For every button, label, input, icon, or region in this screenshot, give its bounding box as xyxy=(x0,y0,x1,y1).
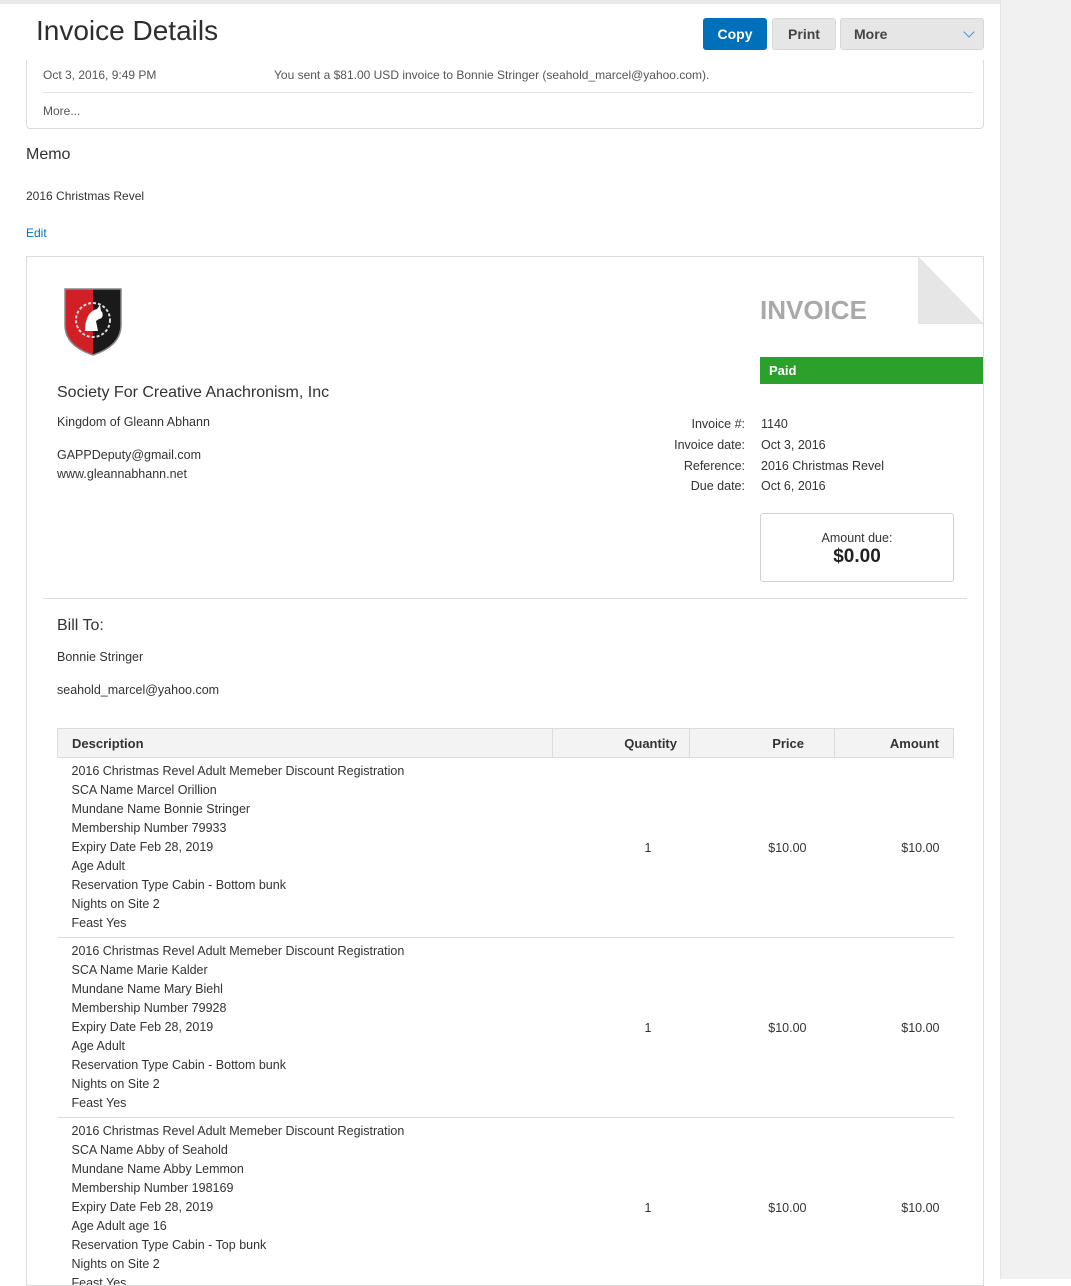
item-line: Reservation Type Cabin - Bottom bunk xyxy=(72,1056,539,1075)
history-date: Oct 3, 2016, 9:49 PM xyxy=(43,68,156,82)
item-line: Expiry Date Feb 28, 2019 xyxy=(72,1198,539,1217)
invoice-number: 1140 xyxy=(761,417,788,431)
page-title: Invoice Details xyxy=(36,15,218,47)
item-line: Age Adult xyxy=(72,1037,539,1056)
item-line: Reservation Type Cabin - Bottom bunk xyxy=(72,876,539,895)
business-name: Society For Creative Anachronism, Inc xyxy=(57,384,329,402)
more-dropdown[interactable]: More xyxy=(840,18,984,50)
shield-logo-icon xyxy=(63,287,123,357)
reference-value: 2016 Christmas Revel xyxy=(761,459,884,473)
item-line: Nights on Site 2 xyxy=(72,1075,539,1094)
item-quantity: 1 xyxy=(553,938,690,1118)
item-line: 2016 Christmas Revel Adult Memeber Disco… xyxy=(72,762,539,781)
bill-to-name: Bonnie Stringer xyxy=(57,650,143,664)
page-gutter xyxy=(1000,0,1071,1279)
item-line: Mundane Name Mary Biehl xyxy=(72,980,539,999)
history-more-link[interactable]: More... xyxy=(43,104,80,118)
print-button[interactable]: Print xyxy=(772,18,836,50)
item-line: Membership Number 79933 xyxy=(72,819,539,838)
item-line: SCA Name Abby of Seahold xyxy=(72,1141,539,1160)
bill-to-email: seahold_marcel@yahoo.com xyxy=(57,683,219,697)
item-line: Reservation Type Cabin - Top bunk xyxy=(72,1236,539,1255)
item-line: 2016 Christmas Revel Adult Memeber Disco… xyxy=(72,1122,539,1141)
reference-label: Reference: xyxy=(684,459,745,473)
invoice-date: Oct 3, 2016 xyxy=(761,438,826,452)
item-quantity: 1 xyxy=(553,758,690,938)
due-date: Oct 6, 2016 xyxy=(761,479,826,493)
invoice-date-label: Invoice date: xyxy=(674,438,745,452)
item-line: Mundane Name Bonnie Stringer xyxy=(72,800,539,819)
item-description: 2016 Christmas Revel Adult Memeber Disco… xyxy=(58,758,553,938)
column-header-quantity: Quantity xyxy=(553,729,690,758)
column-header-amount: Amount xyxy=(835,729,954,758)
invoice-document: Society For Creative Anachronism, Inc Ki… xyxy=(26,256,984,1286)
item-line: Age Adult xyxy=(72,857,539,876)
more-dropdown-label: More xyxy=(854,26,887,42)
history-divider xyxy=(43,92,973,93)
item-line: Membership Number 79928 xyxy=(72,999,539,1018)
memo-heading: Memo xyxy=(26,146,70,164)
amount-due-value: $0.00 xyxy=(761,546,953,568)
memo-text: 2016 Christmas Revel xyxy=(26,189,144,203)
item-line: Age Adult age 16 xyxy=(72,1217,539,1236)
business-website: www.gleannabhann.net xyxy=(57,467,187,481)
column-header-description: Description xyxy=(58,729,553,758)
item-line: Nights on Site 2 xyxy=(72,1255,539,1274)
amount-due-box: Amount due: $0.00 xyxy=(760,513,954,582)
table-row: 2016 Christmas Revel Adult Memeber Disco… xyxy=(58,938,954,1118)
item-price: $10.00 xyxy=(690,1118,835,1286)
invoice-title: INVOICE xyxy=(760,295,867,326)
item-line: 2016 Christmas Revel Adult Memeber Disco… xyxy=(72,942,539,961)
item-amount: $10.00 xyxy=(835,1118,954,1286)
item-description: 2016 Christmas Revel Adult Memeber Disco… xyxy=(58,1118,553,1286)
bill-to-heading: Bill To: xyxy=(57,617,104,635)
line-items-table: Description Quantity Price Amount 2016 C… xyxy=(57,728,954,1286)
item-line: Nights on Site 2 xyxy=(72,895,539,914)
item-quantity: 1 xyxy=(553,1118,690,1286)
copy-button[interactable]: Copy xyxy=(703,18,767,50)
invoice-number-label: Invoice #: xyxy=(691,417,745,431)
item-line: SCA Name Marie Kalder xyxy=(72,961,539,980)
item-line: Expiry Date Feb 28, 2019 xyxy=(72,1018,539,1037)
item-line: Mundane Name Abby Lemmon xyxy=(72,1160,539,1179)
item-line: Membership Number 198169 xyxy=(72,1179,539,1198)
item-line: Feast Yes xyxy=(72,914,539,933)
item-line: Expiry Date Feb 28, 2019 xyxy=(72,838,539,857)
table-header-row: Description Quantity Price Amount xyxy=(58,729,954,758)
table-row: 2016 Christmas Revel Adult Memeber Disco… xyxy=(58,1118,954,1286)
history-text: You sent a $81.00 USD invoice to Bonnie … xyxy=(274,68,709,82)
memo-edit-link[interactable]: Edit xyxy=(26,226,47,240)
item-line: SCA Name Marcel Orillion xyxy=(72,781,539,800)
status-badge: Paid xyxy=(760,357,984,384)
invoice-history-panel: Oct 3, 2016, 9:49 PM You sent a $81.00 U… xyxy=(26,60,984,129)
item-price: $10.00 xyxy=(690,938,835,1118)
item-price: $10.00 xyxy=(690,758,835,938)
item-description: 2016 Christmas Revel Adult Memeber Disco… xyxy=(58,938,553,1118)
item-line: Feast Yes xyxy=(72,1094,539,1113)
table-row: 2016 Christmas Revel Adult Memeber Disco… xyxy=(58,758,954,938)
due-date-label: Due date: xyxy=(691,479,745,493)
business-subtitle: Kingdom of Gleann Abhann xyxy=(57,415,210,429)
section-divider xyxy=(43,598,967,599)
business-email: GAPPDeputy@gmail.com xyxy=(57,448,201,462)
column-header-price: Price xyxy=(690,729,835,758)
page-fold-corner xyxy=(918,256,984,324)
amount-due-label: Amount due: xyxy=(761,531,953,545)
item-line: Feast Yes xyxy=(72,1274,539,1286)
item-amount: $10.00 xyxy=(835,938,954,1118)
chevron-down-icon xyxy=(963,26,974,37)
item-amount: $10.00 xyxy=(835,758,954,938)
top-edge xyxy=(0,0,1000,4)
